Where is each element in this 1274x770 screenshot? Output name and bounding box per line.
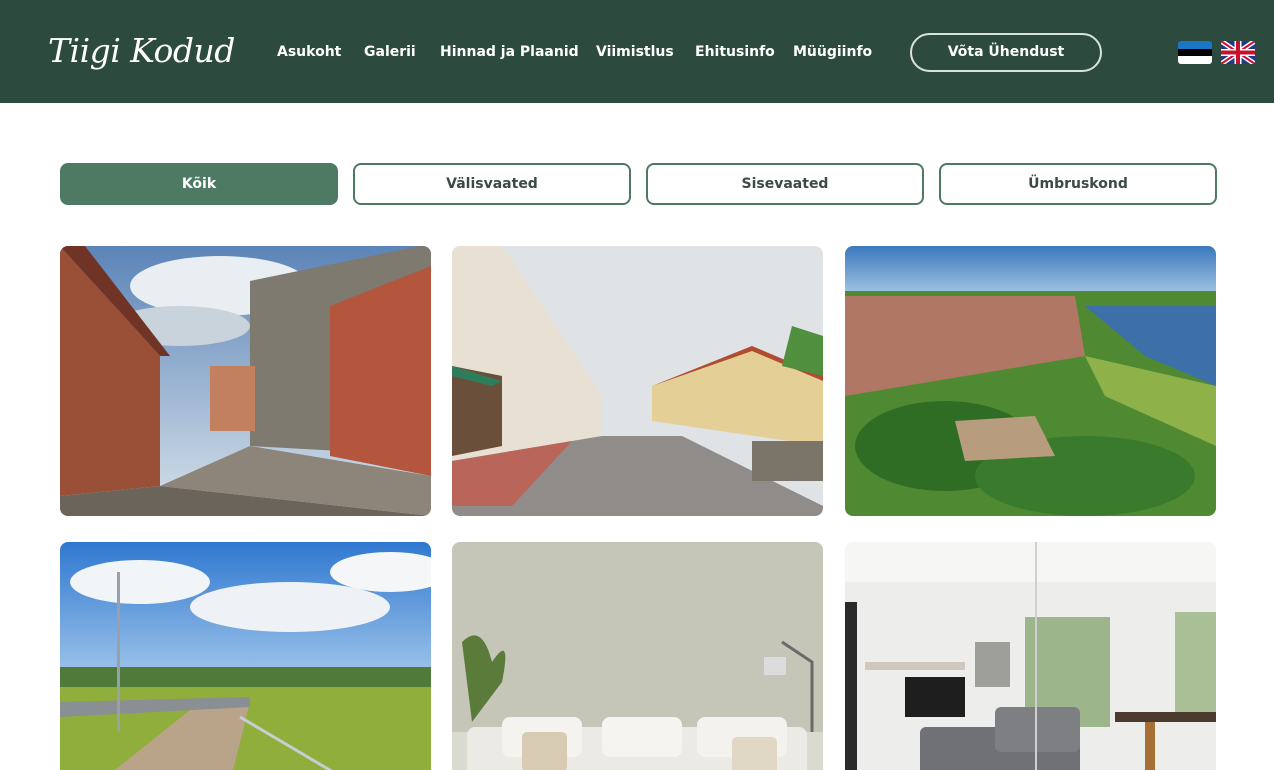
filter-koik[interactable]: Kõik — [60, 163, 338, 205]
nav-item-muugiinfo[interactable]: Müügiinfo — [793, 42, 872, 62]
gallery-image-aerial-river-town[interactable] — [845, 246, 1216, 516]
gallery-image-kitchen-interior[interactable] — [845, 542, 1216, 770]
nav-item-asukoht[interactable]: Asukoht — [277, 42, 341, 62]
nav-item-ehitusinfo[interactable]: Ehitusinfo — [695, 42, 775, 62]
nav-item-hinnad-ja-plaanid[interactable]: Hinnad ja Plaanid — [440, 42, 579, 62]
gallery-image-main-street[interactable] — [452, 246, 823, 516]
filter-sisevaated[interactable]: Sisevaated — [646, 163, 924, 205]
site-header: Tiigi Kodud Asukoht Galerii Hinnad ja Pl… — [0, 0, 1274, 103]
filter-umbruskond[interactable]: Ümbruskond — [939, 163, 1217, 205]
nav-item-galerii[interactable]: Galerii — [364, 42, 416, 62]
filter-valisvaated[interactable]: Välisvaated — [353, 163, 631, 205]
site-logo[interactable]: Tiigi Kodud — [48, 18, 235, 84]
contact-button[interactable]: Võta Ühendust — [910, 33, 1102, 72]
estonian-flag-icon[interactable] — [1178, 41, 1212, 64]
nav-item-viimistlus[interactable]: Viimistlus — [596, 42, 674, 62]
gallery-image-old-town-street[interactable] — [60, 246, 431, 516]
gallery-image-living-room[interactable] — [452, 542, 823, 770]
gallery-image-countryside-road[interactable] — [60, 542, 431, 770]
uk-flag-icon[interactable] — [1221, 41, 1255, 64]
